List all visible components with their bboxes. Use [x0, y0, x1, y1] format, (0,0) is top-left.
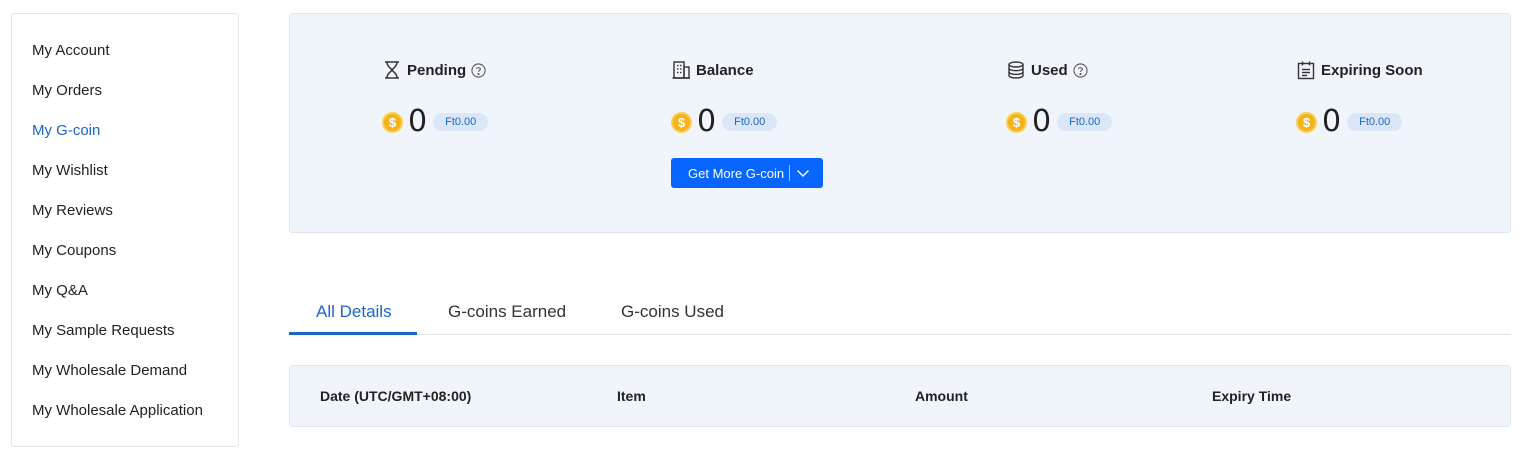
g-coin-icon: $ [382, 111, 403, 133]
stat-expiring-soon-amount: Ft0.00 [1347, 113, 1403, 131]
sidebar-item-my-wholesale-application[interactable]: My Wholesale Application [12, 392, 238, 432]
stat-used-value: $ 0 Ft0.00 [1006, 104, 1113, 139]
stat-used-coins: 0 [1032, 104, 1052, 139]
stat-balance-value: $ 0 Ft0.00 [671, 104, 778, 139]
sidebar-item-my-reviews[interactable]: My Reviews [12, 192, 238, 232]
column-header-expiry-time: Expiry Time [1212, 388, 1292, 404]
stat-pending-value: $ 0 Ft0.00 [382, 104, 489, 139]
sidebar-item-my-account[interactable]: My Account [12, 32, 238, 72]
stat-pending-coins: 0 [408, 104, 428, 139]
g-coin-icon: $ [671, 111, 692, 133]
stat-pending-header: Pending [382, 58, 488, 82]
page: My Account My Orders My G-coin My Wishli… [0, 0, 1522, 468]
column-header-item: Item [617, 388, 646, 404]
tab-g-coins-used[interactable]: G-coins Used [621, 290, 724, 334]
stat-expiring-soon-header: Expiring Soon [1296, 58, 1423, 82]
stat-used-label: Used [1031, 61, 1068, 79]
stat-balance-header: Balance [671, 58, 777, 82]
stat-expiring-soon-coins: 0 [1322, 104, 1342, 139]
hourglass-icon [382, 60, 402, 80]
stat-balance-label: Balance [696, 61, 754, 79]
sidebar-item-my-g-coin[interactable]: My G-coin [12, 112, 238, 152]
g-coin-summary-panel: Pending $ 0 Ft0.00 Balance $ 0 Ft0.00 Us… [289, 13, 1511, 233]
stat-balance: Balance $ 0 Ft0.00 [671, 58, 778, 139]
sidebar-item-my-qa[interactable]: My Q&A [12, 272, 238, 312]
stat-pending-label: Pending [407, 61, 467, 79]
help-icon[interactable] [471, 62, 486, 78]
active-tab-indicator [289, 332, 417, 335]
g-coin-icon: $ [1296, 111, 1317, 133]
building-icon [671, 60, 691, 80]
g-coin-table-header: Date (UTC/GMT+08:00) Item Amount Expiry … [289, 365, 1511, 427]
stat-expiring-soon-value: $ 0 Ft0.00 [1296, 104, 1423, 139]
stat-balance-amount: Ft0.00 [722, 113, 778, 131]
get-more-g-coin-button[interactable]: Get More G-coin [671, 158, 823, 188]
sidebar-item-my-wholesale-demand[interactable]: My Wholesale Demand [12, 352, 238, 392]
column-header-amount: Amount [915, 388, 968, 404]
stat-balance-coins: 0 [697, 104, 717, 139]
stat-pending-amount: Ft0.00 [433, 113, 489, 131]
button-divider [789, 165, 791, 181]
account-sidebar: My Account My Orders My G-coin My Wishli… [11, 13, 239, 447]
sidebar-item-my-wishlist[interactable]: My Wishlist [12, 152, 238, 192]
sidebar-item-my-coupons[interactable]: My Coupons [12, 232, 238, 272]
stat-used-header: Used [1006, 58, 1112, 82]
sidebar-item-my-sample-requests[interactable]: My Sample Requests [12, 312, 238, 352]
stat-pending: Pending $ 0 Ft0.00 [382, 58, 489, 139]
database-icon [1006, 60, 1026, 80]
get-more-g-coin-label: Get More G-coin [688, 165, 785, 181]
chevron-down-icon [796, 166, 810, 181]
stat-used-amount: Ft0.00 [1057, 113, 1113, 131]
stat-expiring-soon: Expiring Soon $ 0 Ft0.00 [1296, 58, 1423, 139]
g-coin-tabs: All Details G-coins Earned G-coins Used [289, 290, 1511, 335]
g-coin-icon: $ [1006, 111, 1027, 133]
stat-expiring-soon-label: Expiring Soon [1321, 61, 1423, 79]
sidebar-item-my-orders[interactable]: My Orders [12, 72, 238, 112]
tab-g-coins-earned[interactable]: G-coins Earned [448, 290, 566, 334]
help-icon[interactable] [1073, 62, 1088, 78]
calendar-icon [1296, 60, 1316, 80]
stat-used: Used $ 0 Ft0.00 [1006, 58, 1113, 139]
column-header-date: Date (UTC/GMT+08:00) [320, 388, 472, 404]
tab-all-details[interactable]: All Details [316, 290, 392, 334]
